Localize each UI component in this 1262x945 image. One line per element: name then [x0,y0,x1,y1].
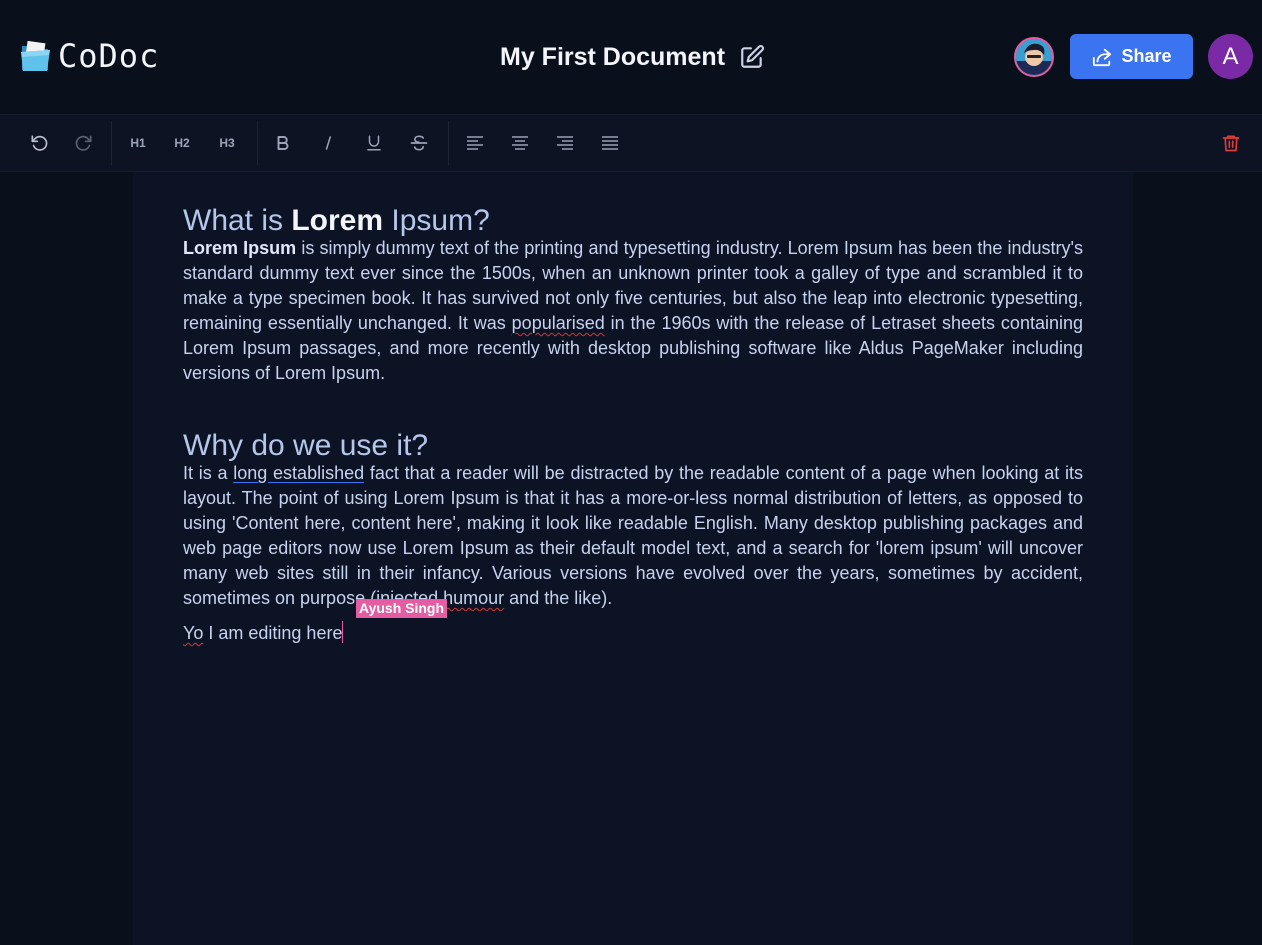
strikethrough-icon [410,135,428,151]
toolbar-divider [257,121,258,165]
misspelled-word: popularised [511,313,605,333]
editor-margin-right [1133,172,1262,945]
align-justify-button[interactable] [593,127,627,159]
section-heading: Why do we use it? [183,429,429,462]
underline-button[interactable] [357,127,391,159]
undo-icon [31,135,48,151]
document-title-area: My First Document [500,40,765,74]
align-center-button[interactable] [503,127,537,159]
paragraph: Lorem Ipsum is simply dummy text of the … [183,236,1083,386]
heading2-button[interactable]: H2 [165,127,199,159]
heading-text: Ipsum? [383,204,490,237]
trash-icon [1222,135,1240,152]
toolbar-divider [448,121,449,165]
document-page[interactable]: What is Lorem Ipsum? Lorem Ipsum is simp… [133,172,1133,945]
align-left-icon [467,136,483,150]
document-content[interactable]: What is Lorem Ipsum? Lorem Ipsum is simp… [183,206,1083,646]
bold-button[interactable] [266,127,300,159]
user-avatar[interactable]: A [1208,34,1253,79]
share-icon [1093,48,1112,66]
align-justify-icon [602,136,618,150]
section-heading: What is Lorem Ipsum? [183,206,1083,236]
italic-button[interactable] [311,127,345,159]
document-title[interactable]: My First Document [500,43,725,72]
folder-icon [21,40,50,71]
redo-icon [75,135,92,151]
align-left-button[interactable] [458,127,492,159]
misspelled-word: Yo [183,623,204,643]
underlined-text: long established [233,463,365,483]
collaborator-avatar-image [1016,39,1052,75]
strikethrough-button[interactable] [402,127,436,159]
collaborator-avatar[interactable] [1014,37,1054,77]
align-right-icon [557,136,573,150]
paragraph-text: It is a [183,463,234,483]
collaborator-cursor-label: Ayush Singh [356,599,448,618]
misspelled-word: humour [443,588,505,608]
redo-button[interactable] [67,127,101,159]
editor-margin-left [0,172,133,945]
edit-icon[interactable] [739,44,765,70]
share-button[interactable]: Share [1070,34,1193,79]
top-bar: CoDoc My First Document Share A [0,0,1262,115]
italic-icon [325,136,331,150]
heading-bold-text: Lorem [291,204,384,237]
align-center-icon [512,136,528,150]
editing-text: I am editing here [203,623,343,643]
bold-text: Lorem Ipsum [183,238,297,258]
align-right-button[interactable] [548,127,582,159]
paragraph: It is a long established fact that a rea… [183,461,1083,611]
collaborator-caret [342,621,344,643]
heading3-button[interactable]: H3 [210,127,244,159]
paragraph-text: fact that a reader will be distracted by… [183,463,1083,608]
paragraph-text: and the like). [504,588,613,608]
toolbar-divider [111,121,112,165]
formatting-toolbar: H1 H2 H3 [0,115,1262,172]
app-name: CoDoc [58,37,160,75]
delete-button[interactable] [1214,127,1248,159]
editing-line[interactable]: Yo I am editing here Ayush Singh [183,599,1083,646]
heading1-button[interactable]: H1 [121,127,155,159]
underline-icon [367,135,381,151]
share-label: Share [1121,46,1172,66]
heading-text: What is [183,204,292,237]
bold-icon [277,136,289,150]
undo-button[interactable] [22,127,56,159]
logo[interactable]: CoDoc [20,38,159,74]
